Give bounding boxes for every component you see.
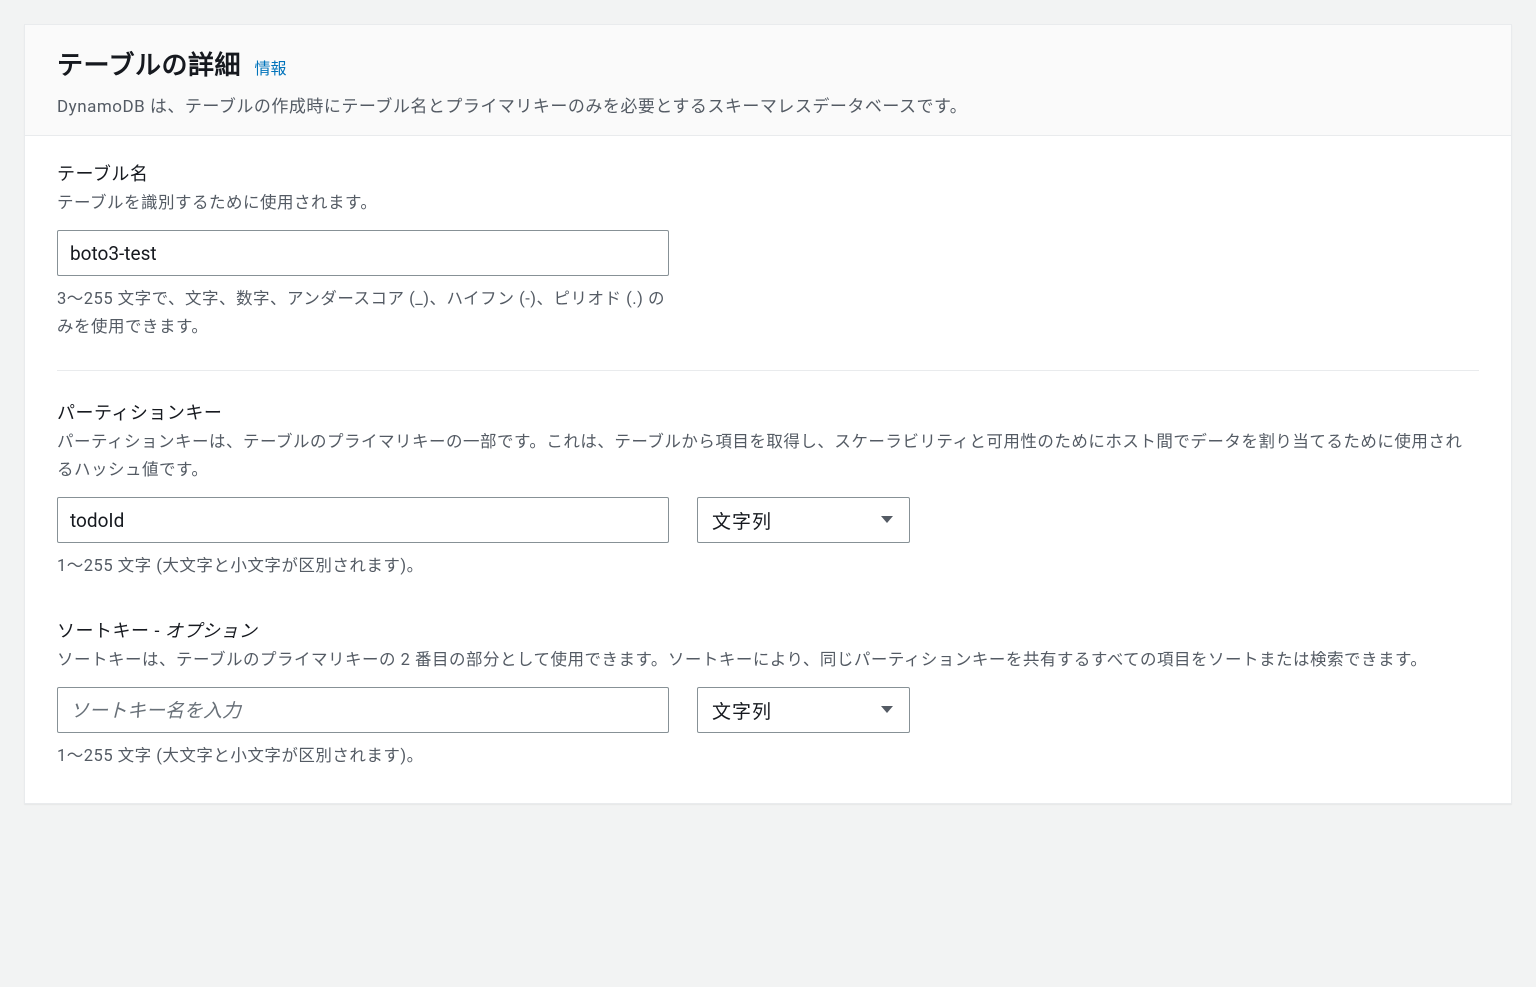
- sort-key-label: ソートキー - オプション: [57, 617, 1479, 643]
- panel-header: テーブルの詳細 情報 DynamoDB は、テーブルの作成時にテーブル名とプライ…: [25, 25, 1511, 136]
- partition-key-hint: 1〜255 文字 (大文字と小文字が区別されます)。: [57, 553, 677, 581]
- sort-key-hint: 1〜255 文字 (大文字と小文字が区別されます)。: [57, 743, 677, 771]
- sort-key-label-prefix: ソートキー -: [57, 621, 165, 642]
- partition-key-input[interactable]: [57, 497, 669, 543]
- partition-key-type-select[interactable]: 文字列: [697, 497, 910, 543]
- panel-body: テーブル名 テーブルを識別するために使用されます。 3〜255 文字で、文字、数…: [25, 136, 1511, 803]
- table-details-panel: テーブルの詳細 情報 DynamoDB は、テーブルの作成時にテーブル名とプライ…: [24, 24, 1512, 804]
- panel-title: テーブルの詳細: [57, 51, 241, 81]
- table-name-desc: テーブルを識別するために使用されます。: [57, 190, 1479, 218]
- table-name-label: テーブル名: [57, 160, 1479, 186]
- table-name-field: テーブル名 テーブルを識別するために使用されます。 3〜255 文字で、文字、数…: [57, 160, 1479, 342]
- divider: [57, 370, 1479, 371]
- partition-key-desc: パーティションキーは、テーブルのプライマリキーの一部です。これは、テーブルから項…: [57, 429, 1479, 485]
- info-link[interactable]: 情報: [254, 59, 286, 78]
- panel-subtitle: DynamoDB は、テーブルの作成時にテーブル名とプライマリキーのみを必要とす…: [57, 92, 1479, 117]
- sort-key-desc: ソートキーは、テーブルのプライマリキーの 2 番目の部分として使用できます。ソー…: [57, 647, 1479, 675]
- partition-key-type-value: 文字列: [712, 507, 772, 534]
- partition-key-label: パーティションキー: [57, 399, 1479, 425]
- partition-key-field: パーティションキー パーティションキーは、テーブルのプライマリキーの一部です。こ…: [57, 399, 1479, 581]
- sort-key-label-optional: オプション: [165, 621, 258, 642]
- table-name-hint: 3〜255 文字で、文字、数字、アンダースコア (_)、ハイフン (-)、ピリオ…: [57, 286, 677, 342]
- sort-key-type-value: 文字列: [712, 697, 772, 724]
- table-name-input[interactable]: [57, 230, 669, 276]
- sort-key-type-select[interactable]: 文字列: [697, 687, 910, 733]
- sort-key-field: ソートキー - オプション ソートキーは、テーブルのプライマリキーの 2 番目の…: [57, 617, 1479, 771]
- sort-key-input[interactable]: [57, 687, 669, 733]
